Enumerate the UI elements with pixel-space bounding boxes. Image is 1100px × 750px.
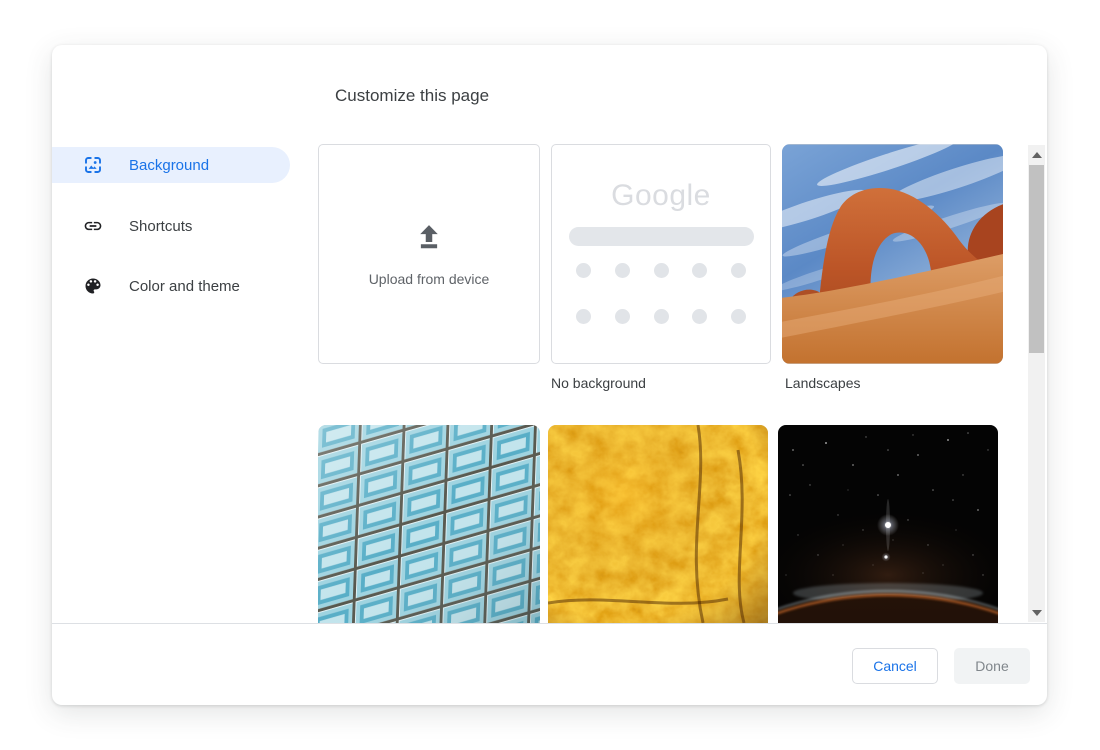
sidebar-item-label: Shortcuts [129,218,192,235]
scroll-up-button[interactable] [1028,147,1045,162]
upload-from-device-card[interactable]: Upload from device [318,144,540,364]
customize-dialog: Customize this page Ba [52,45,1047,705]
no-background-label: No background [551,375,646,391]
link-icon [83,216,103,236]
upload-from-device-label: Upload from device [369,271,490,287]
background-tile-blue-glass[interactable] [318,425,540,623]
blue-glass-pattern-image [318,425,540,623]
cancel-button[interactable]: Cancel [852,648,938,684]
scroll-down-button[interactable] [1028,605,1045,620]
landscapes-label: Landscapes [785,375,861,391]
footer-divider [52,623,1047,624]
palette-icon [83,276,103,296]
background-tile-space-horizon[interactable] [778,425,998,623]
planet-horizon-image [778,425,998,623]
sidebar-item-background[interactable]: Background [52,147,290,183]
page-background: Customize this page Ba [0,0,1100,750]
dialog-title: Customize this page [335,86,489,106]
search-bar-placeholder [569,227,754,246]
triangle-up-icon [1032,152,1042,158]
scrollbar-track[interactable] [1028,145,1045,622]
sidebar-item-color-theme[interactable]: Color and theme [52,268,290,304]
no-background-card[interactable]: Google [551,144,771,364]
collection-tile-landscapes[interactable] [782,144,1003,364]
image-frame-icon [83,155,103,175]
google-logo-placeholder: Google [611,179,711,213]
shortcut-dots-row [576,309,746,324]
shortcut-dots-row [576,263,746,278]
delicate-arch-image [782,144,1003,364]
background-tile-orange-texture[interactable] [548,425,768,623]
triangle-down-icon [1032,610,1042,616]
sidebar-item-label: Background [129,157,209,174]
orange-texture-image [548,425,768,623]
done-button[interactable]: Done [954,648,1030,684]
sidebar-item-shortcuts[interactable]: Shortcuts [52,208,290,244]
upload-arrow-icon [414,222,444,257]
scrollbar-thumb[interactable] [1029,165,1044,353]
sidebar-item-label: Color and theme [129,278,240,295]
